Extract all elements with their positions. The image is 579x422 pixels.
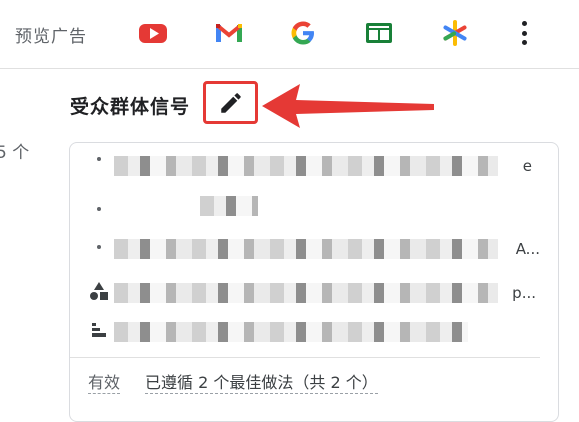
row-tail-text: e [522,157,532,175]
sheets-layout-icon[interactable] [364,18,394,48]
list-item [70,319,558,345]
audience-signal-title: 受众群体信号 [70,96,191,118]
status-label[interactable]: 有效 [88,373,121,394]
list-item: p... [70,280,558,306]
google-icon[interactable] [288,18,318,48]
dot-icon [97,245,101,249]
pencil-icon [220,92,241,113]
row-tail-text: A... [515,240,540,258]
redacted-text [114,322,468,342]
left-count-label: 5 个 [0,143,30,163]
redacted-text [200,196,258,216]
youtube-icon[interactable] [138,18,168,48]
shapes-icon [90,282,108,300]
row-tail-text: p... [512,284,536,302]
gmail-icon[interactable] [214,18,244,48]
redacted-text [114,156,498,176]
dot-icon [97,207,101,211]
top-bar: 预览广告 [0,0,579,69]
list-item: A... [70,236,558,262]
dot-icon [97,157,101,161]
bars-icon [92,323,106,337]
redacted-text [114,283,498,303]
best-practice-status[interactable]: 已遵循 2 个最佳做法（共 2 个） [145,373,378,394]
preview-ad-label[interactable]: 预览广告 [15,22,87,47]
list-item: e [70,153,558,179]
edit-button[interactable] [203,81,258,124]
asterisk-star-icon[interactable] [440,18,470,48]
redacted-text [114,239,498,259]
more-vert-icon[interactable] [514,18,534,48]
list-item [70,193,558,219]
annotation-arrow [262,84,434,128]
card-divider [70,357,540,358]
